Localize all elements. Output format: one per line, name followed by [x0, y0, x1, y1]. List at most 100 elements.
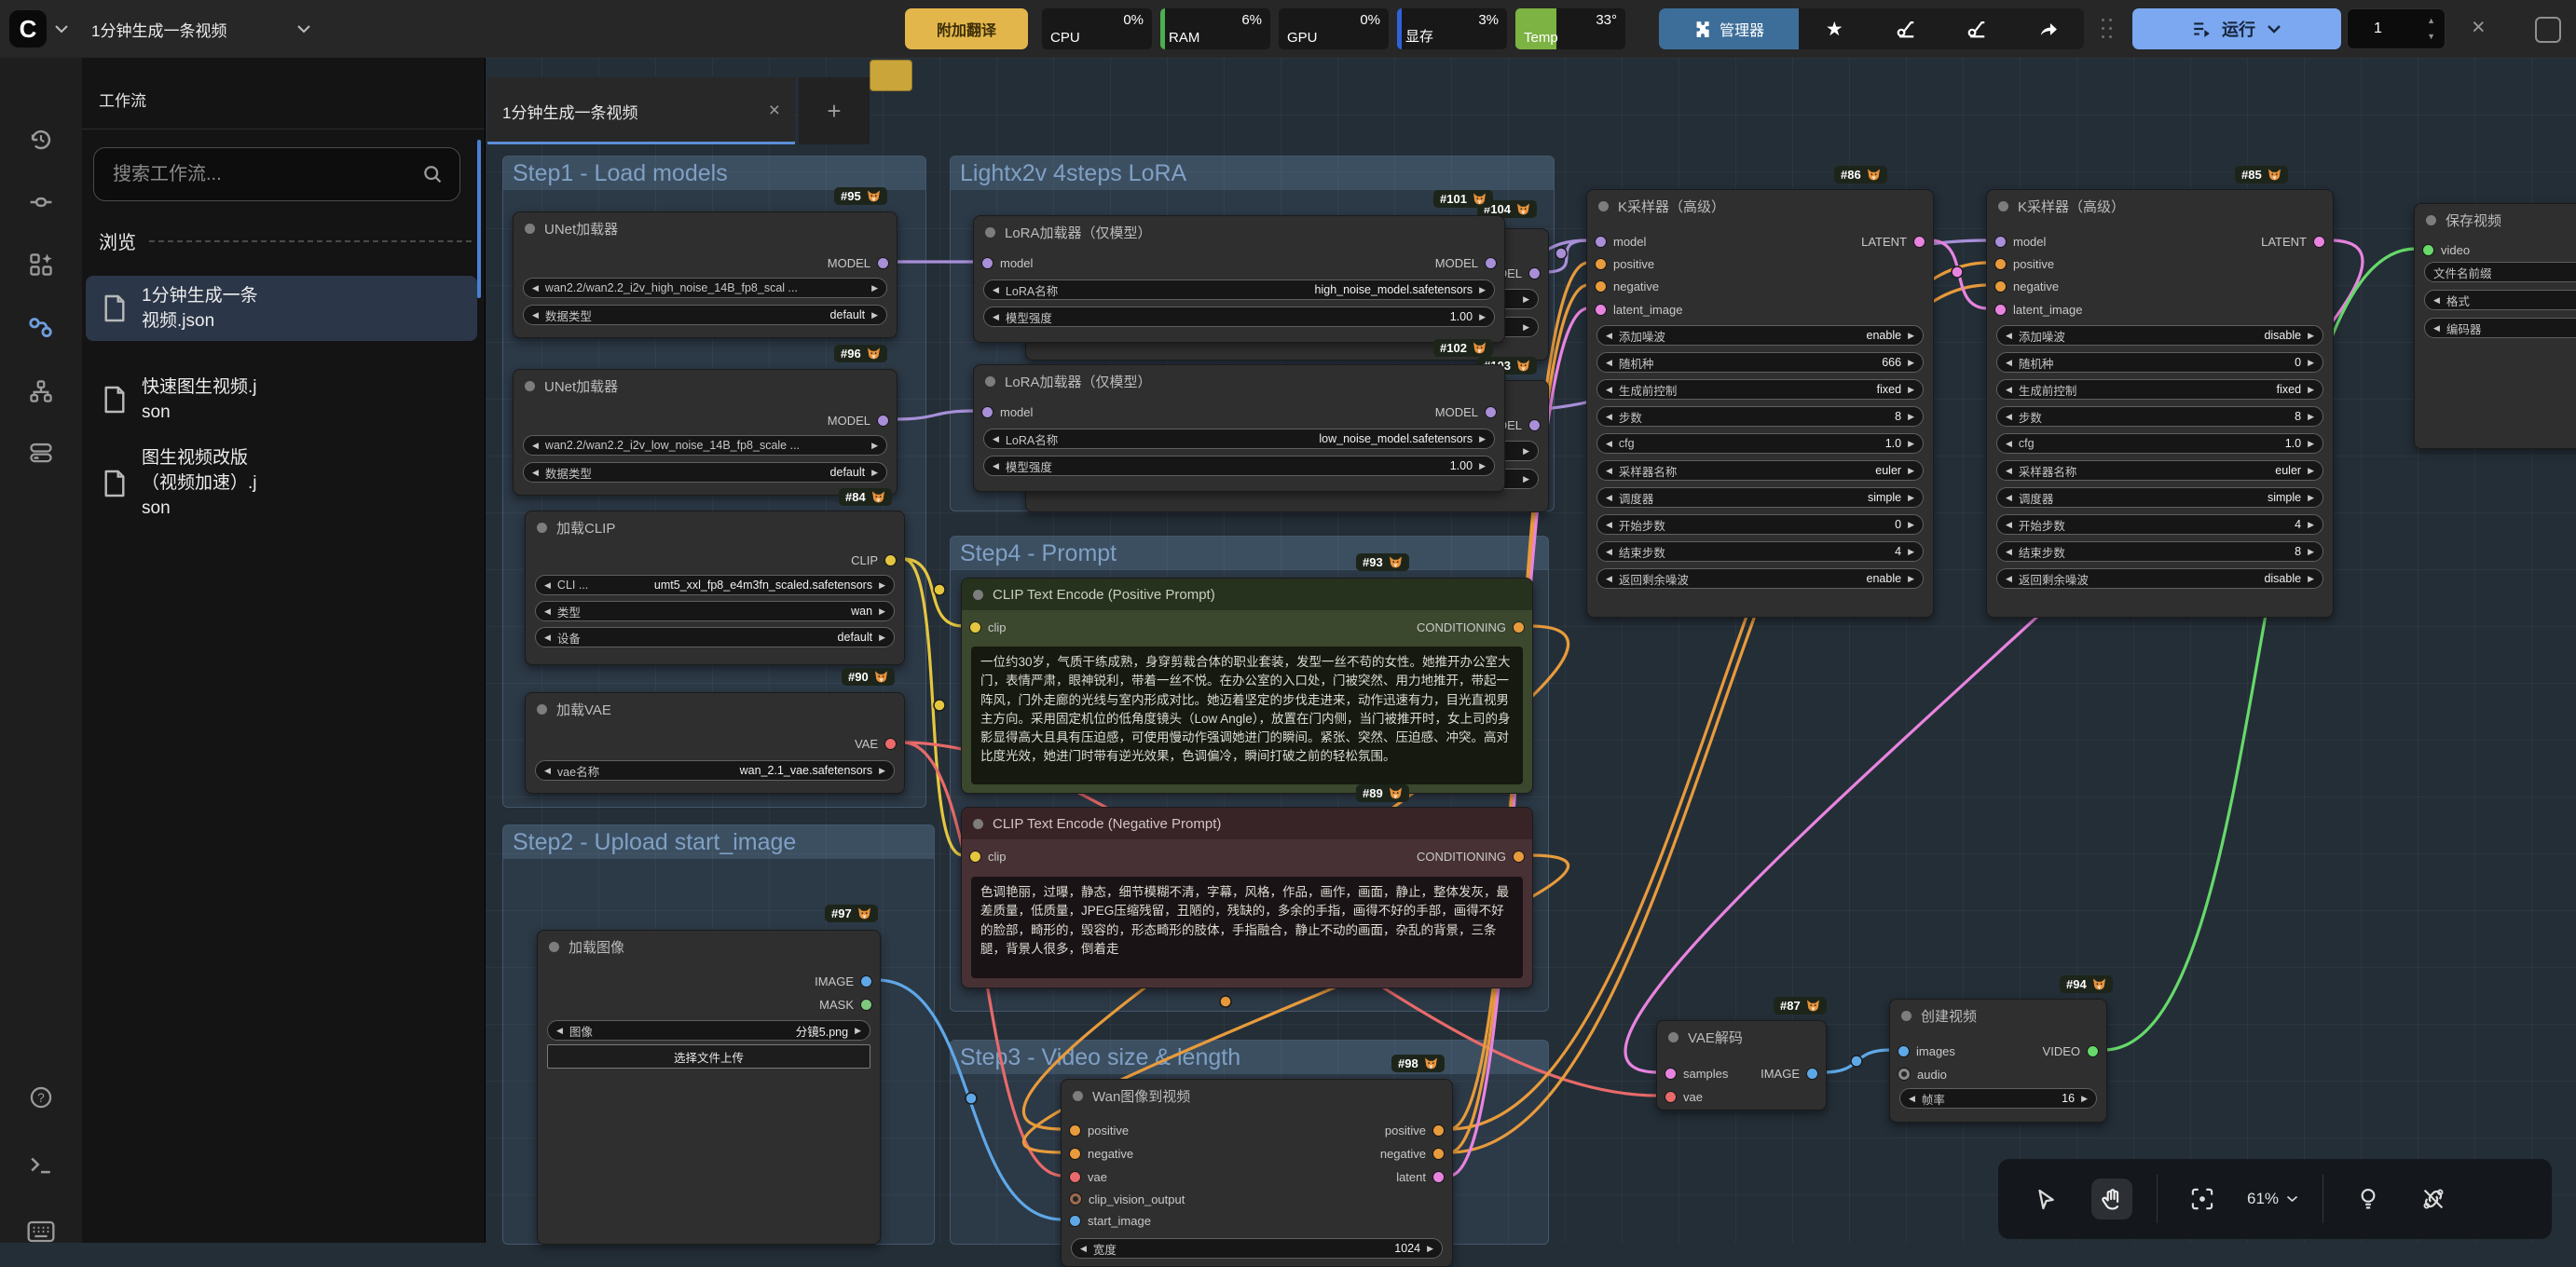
- input-slot-positive[interactable]: positive: [1070, 1121, 1129, 1139]
- input-dot-model[interactable]: [1596, 237, 1606, 247]
- output-dot-negative[interactable]: [1433, 1149, 1444, 1159]
- panel-toggle-icon[interactable]: [2535, 17, 2561, 43]
- input-dot-video[interactable]: [2423, 245, 2433, 255]
- widget-采样器名称[interactable]: ◀采样器名称euler▶: [1596, 460, 1924, 481]
- node-title-bar[interactable]: K采样器（高级）: [1987, 190, 2333, 222]
- node-加载VAE[interactable]: 加载VAEVAE◀vae名称wan_2.1_vae.safetensors▶: [525, 692, 905, 794]
- widget-图像[interactable]: ◀图像分镜5.png▶: [547, 1020, 870, 1041]
- widget-right-arrow-icon[interactable]: ▶: [1427, 1244, 1433, 1254]
- widget-left-arrow-icon[interactable]: ◀: [544, 580, 551, 591]
- history-icon[interactable]: [22, 121, 60, 158]
- output-dot-LATENT[interactable]: [1914, 237, 1925, 247]
- widget-宽度[interactable]: ◀宽度1024▶: [1071, 1238, 1443, 1259]
- input-dot-vae[interactable]: [1070, 1172, 1080, 1182]
- widget-随机种[interactable]: ◀随机种0▶: [1996, 352, 2323, 373]
- node-title-bar[interactable]: 加载图像: [538, 931, 880, 962]
- tab-current-workflow[interactable]: 1分钟生成一条视频 ×: [487, 77, 795, 144]
- input-dot-audio[interactable]: [1898, 1069, 1910, 1080]
- output-slot-MODEL[interactable]: MODEL: [828, 411, 888, 429]
- extra-translate-button[interactable]: 附加翻译: [905, 8, 1028, 49]
- new-tab-button[interactable]: +: [799, 77, 870, 144]
- widget-left-arrow-icon[interactable]: ◀: [2006, 331, 2012, 341]
- node-LoRA加载器（仅模型）[interactable]: LoRA加载器（仅模型）modelMODEL◀LoRA名称low_noise_m…: [973, 364, 1505, 492]
- node-Wan图像到视频[interactable]: Wan图像到视频positivenegativevaeclip_vision_o…: [1061, 1079, 1453, 1267]
- reroute-dot[interactable]: [934, 700, 945, 711]
- node-title-bar[interactable]: K采样器（高级）: [1587, 190, 1933, 222]
- input-slot-positive[interactable]: positive: [1596, 254, 1654, 273]
- reroute-dot[interactable]: [1220, 996, 1231, 1007]
- widget-添加噪波[interactable]: ◀添加噪波disable▶: [1996, 325, 2323, 346]
- widget-left-arrow-icon[interactable]: ◀: [2006, 574, 2012, 584]
- collapse-dot-icon[interactable]: [2426, 215, 2436, 225]
- scrollbar-thumb[interactable]: [477, 140, 481, 298]
- output-slot-MODEL[interactable]: MODEL: [1435, 402, 1496, 421]
- widget-right-arrow-icon[interactable]: ▶: [1479, 434, 1486, 444]
- input-slot-latent_image[interactable]: latent_image: [1995, 300, 2082, 319]
- widget-right-arrow-icon[interactable]: ▶: [879, 633, 885, 643]
- widget-right-arrow-icon[interactable]: ▶: [1908, 493, 1914, 503]
- widget-left-arrow-icon[interactable]: ◀: [1606, 331, 1612, 341]
- workflow-search[interactable]: [93, 147, 460, 201]
- collapse-dot-icon[interactable]: [1901, 1011, 1911, 1021]
- terminal-icon[interactable]: [22, 1146, 60, 1183]
- widget-添加噪波[interactable]: ◀添加噪波enable▶: [1596, 325, 1924, 346]
- widget-left-arrow-icon[interactable]: ◀: [2006, 385, 2012, 395]
- output-slot-positive[interactable]: positive: [1385, 1121, 1444, 1139]
- input-slot-vae[interactable]: vae: [1665, 1087, 1703, 1106]
- collapse-dot-icon[interactable]: [1998, 201, 2008, 211]
- reroute-dot[interactable]: [966, 1093, 977, 1104]
- collapse-dot-icon[interactable]: [549, 942, 559, 952]
- input-dot-model[interactable]: [1995, 237, 2006, 247]
- workflow-title[interactable]: 1分钟生成一条视频: [91, 18, 226, 41]
- workflow-list-item[interactable]: 快速图生视频.json: [86, 367, 477, 432]
- output-slot-VIDEO[interactable]: VIDEO: [2043, 1042, 2098, 1060]
- widget-LoRA名称[interactable]: ◀LoRA名称low_noise_model.safetensors▶: [983, 429, 1495, 449]
- widget-数据类型[interactable]: ◀数据类型default▶: [523, 305, 887, 325]
- node-title-bar[interactable]: LoRA加载器（仅模型）: [974, 216, 1504, 248]
- model-tree-icon[interactable]: [22, 373, 60, 410]
- batch-count-stepper[interactable]: ▲▼: [2427, 13, 2435, 45]
- widget-采样器名称[interactable]: ◀采样器名称euler▶: [1996, 460, 2323, 481]
- widget-left-arrow-icon[interactable]: ◀: [532, 283, 539, 293]
- widget-left-arrow-icon[interactable]: ◀: [2006, 439, 2012, 449]
- prompt-text-input[interactable]: 一位约30岁，气质干练成熟，身穿剪裁合体的职业套装，发型一丝不苟的女性。她推开办…: [971, 647, 1523, 784]
- widget-right-arrow-icon[interactable]: ▶: [1479, 285, 1486, 295]
- widget-结束步数[interactable]: ◀结束步数8▶: [1996, 541, 2323, 562]
- layout-icon[interactable]: [22, 434, 60, 471]
- node-创建视频[interactable]: 创建视频imagesaudioVIDEO◀帧率16▶: [1889, 999, 2107, 1123]
- widget-right-arrow-icon[interactable]: ▶: [1908, 547, 1914, 557]
- widget-left-arrow-icon[interactable]: ◀: [544, 633, 551, 643]
- widget-left-arrow-icon[interactable]: ◀: [2433, 323, 2440, 334]
- output-slot-IMAGE[interactable]: IMAGE: [1761, 1064, 1817, 1083]
- widget-left-arrow-icon[interactable]: ◀: [2006, 520, 2012, 530]
- widget-left-arrow-icon[interactable]: ◀: [2006, 358, 2012, 368]
- input-slot-audio[interactable]: audio: [1898, 1065, 1947, 1083]
- output-slot-VAE[interactable]: VAE: [855, 734, 896, 753]
- widget-LoRA名称[interactable]: ◀LoRA名称high_noise_model.safetensors▶: [983, 279, 1495, 300]
- node-加载图像[interactable]: 加载图像IMAGEMASK◀图像分镜5.png▶选择文件上传: [537, 930, 881, 1245]
- widget-调度器[interactable]: ◀调度器simple▶: [1996, 487, 2323, 508]
- widget-right-arrow-icon[interactable]: ▶: [871, 283, 878, 293]
- node-library-icon[interactable]: [22, 246, 60, 283]
- input-dot-model[interactable]: [982, 407, 993, 417]
- widget-right-arrow-icon[interactable]: ▶: [1523, 446, 1529, 456]
- output-dot-MODEL[interactable]: [1529, 420, 1540, 430]
- widget-right-arrow-icon[interactable]: ▶: [1908, 358, 1914, 368]
- reroute-dot[interactable]: [1555, 248, 1567, 259]
- node-VAE解码[interactable]: VAE解码samplesvaeIMAGE: [1656, 1020, 1827, 1110]
- widget-结束步数[interactable]: ◀结束步数4▶: [1596, 541, 1924, 562]
- widget-文件名前缀[interactable]: 文件名前缀: [2424, 262, 2576, 282]
- input-slot-video[interactable]: video: [2423, 240, 2470, 259]
- output-slot-MASK[interactable]: MASK: [819, 995, 871, 1014]
- widget-left-arrow-icon[interactable]: ◀: [2433, 295, 2440, 306]
- widget-right-arrow-icon[interactable]: ▶: [2308, 466, 2314, 476]
- widget-left-arrow-icon[interactable]: ◀: [1606, 412, 1612, 422]
- input-slot-model[interactable]: model: [1596, 232, 1646, 251]
- node-title-bar[interactable]: 加载VAE: [526, 693, 904, 725]
- input-slot-vae[interactable]: vae: [1070, 1167, 1107, 1186]
- close-button[interactable]: ×: [2472, 14, 2486, 41]
- title-chevron-down-icon[interactable]: [296, 24, 311, 34]
- reroute-dot[interactable]: [1851, 1056, 1862, 1067]
- widget-right-arrow-icon[interactable]: ▶: [1479, 461, 1486, 471]
- output-slot-MODEL[interactable]: MODEL: [1435, 253, 1496, 272]
